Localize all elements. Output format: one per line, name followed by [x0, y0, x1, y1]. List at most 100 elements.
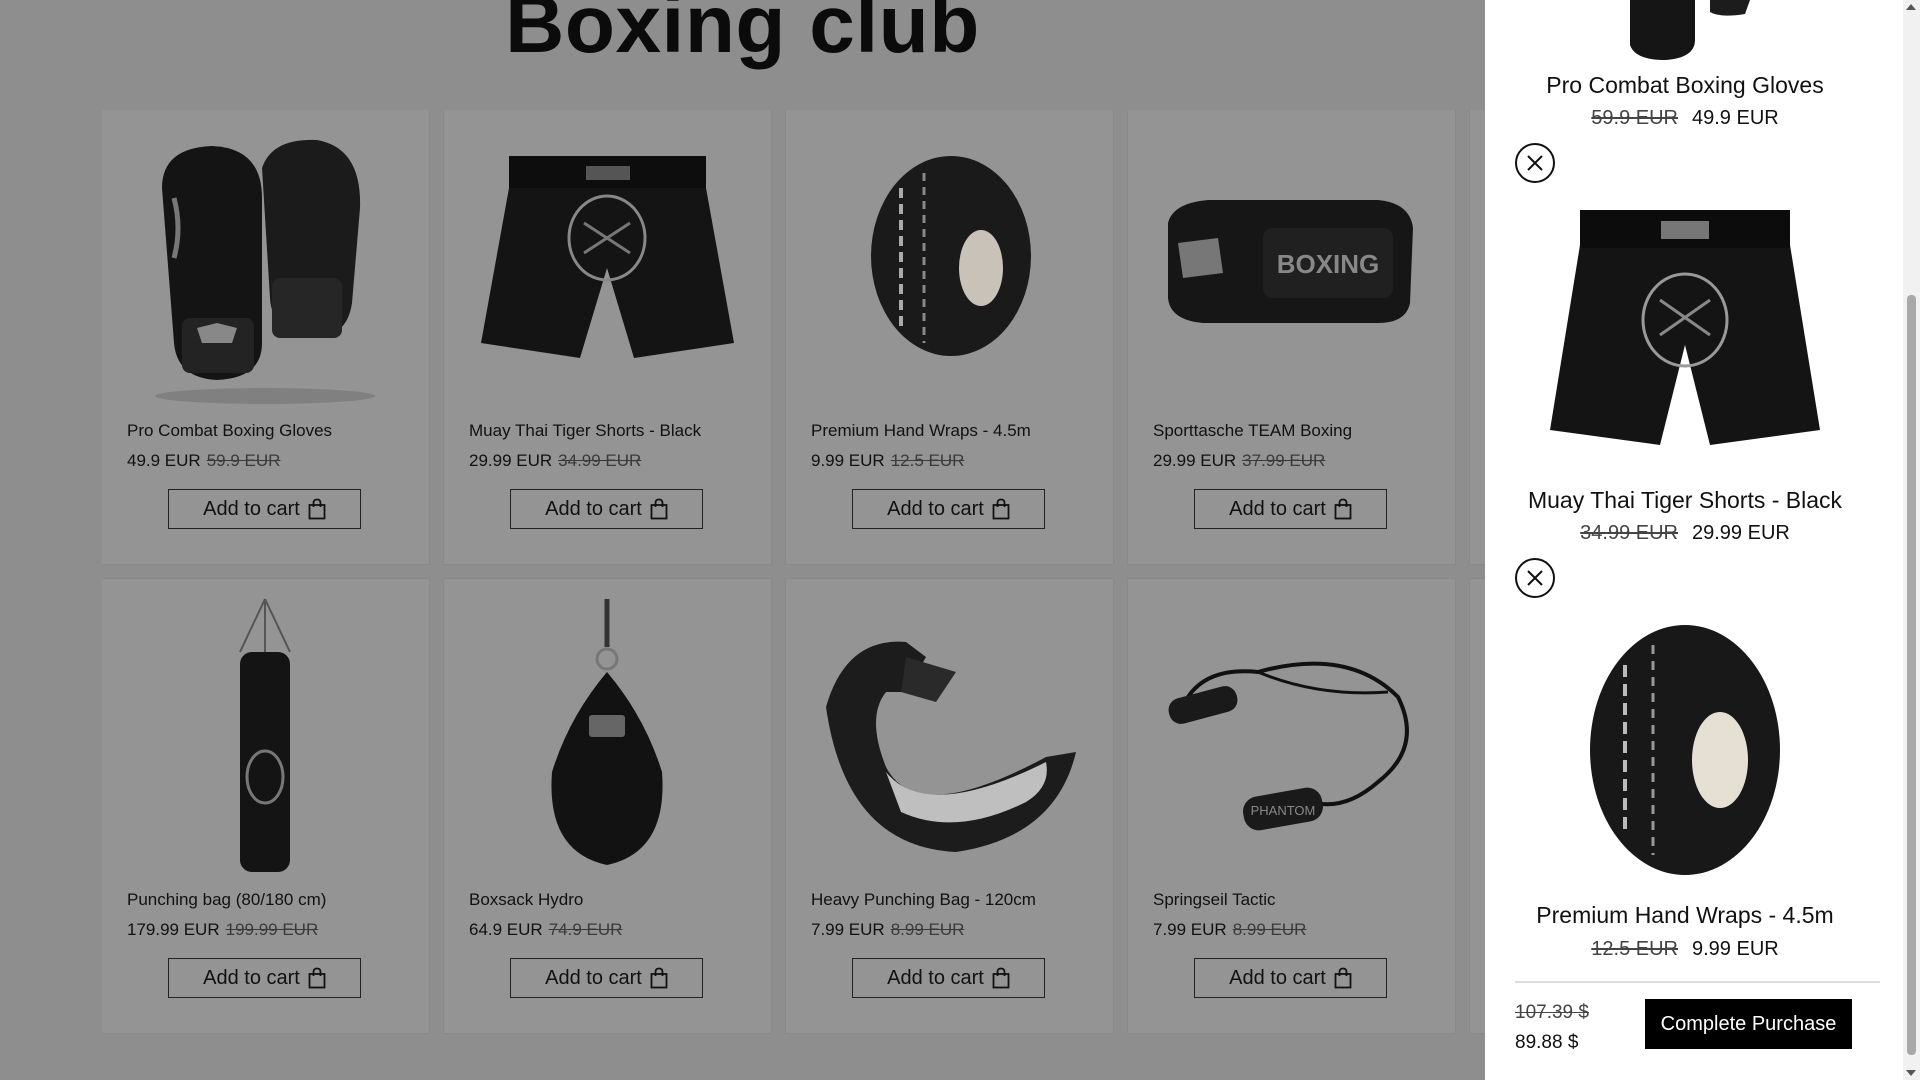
product-price: 9.99 EUR [811, 451, 885, 470]
add-to-cart-label: Add to cart [1229, 966, 1326, 989]
hydro-bag-image[interactable] [464, 597, 751, 877]
shopping-bag-icon [308, 498, 326, 520]
product-card: Premium Hand Wraps - 4.5m 9.99 EUR 12.5 E… [786, 110, 1113, 564]
shopping-bag-icon [308, 967, 326, 989]
product-name: Punching bag (80/180 cm) [127, 890, 327, 909]
product-old-price: 37.99 EUR [1242, 451, 1326, 470]
product-prices: 179.99 EUR 199.99 EUR [127, 920, 318, 940]
cart-item-image [1630, 0, 1750, 60]
product-name: Muay Thai Tiger Shorts - Black [469, 421, 702, 440]
cart-item-price: 29.99 EUR [1692, 522, 1790, 544]
add-to-cart-label: Add to cart [887, 497, 984, 520]
add-to-cart-button[interactable]: Add to cart [852, 958, 1045, 998]
product-card: Pro Combat Boxing Gloves 49.9 EUR 59.9 EU… [102, 110, 429, 564]
shorts-image[interactable] [464, 128, 751, 408]
product-card-partial [1470, 579, 1485, 1033]
product-price: 179.99 EUR [127, 920, 220, 939]
add-to-cart-label: Add to cart [1229, 497, 1326, 520]
cart-total: 89.88 $ [1515, 1032, 1579, 1053]
product-card-partial [1470, 110, 1485, 564]
product-price: 49.9 EUR [127, 451, 201, 470]
shopping-bag-icon [650, 967, 668, 989]
product-name: Sporttasche TEAM Boxing [1153, 421, 1353, 440]
add-to-cart-button[interactable]: Add to cart [510, 489, 703, 529]
product-name: Springseil Tactic [1153, 890, 1276, 909]
product-name: Boxsack Hydro [469, 890, 584, 909]
cart-item-old-price: 34.99 EUR [1580, 522, 1678, 544]
product-price: 64.9 EUR [469, 920, 543, 939]
product-name: Premium Hand Wraps - 4.5m [811, 421, 1031, 440]
add-to-cart-button[interactable]: Add to cart [168, 489, 361, 529]
add-to-cart-label: Add to cart [545, 497, 642, 520]
close-icon [1527, 570, 1543, 586]
add-to-cart-button[interactable]: Add to cart [1194, 489, 1387, 529]
cart-item-prices: 59.9 EUR 49.9 EUR [1485, 107, 1885, 130]
add-to-cart-label: Add to cart [545, 966, 642, 989]
add-to-cart-button[interactable]: Add to cart [852, 489, 1045, 529]
product-old-price: 59.9 EUR [206, 451, 281, 470]
shopping-bag-icon [992, 967, 1010, 989]
tape-roll-image[interactable] [806, 128, 1093, 408]
product-prices: 29.99 EUR 34.99 EUR [469, 451, 641, 471]
product-old-price: 8.99 EUR [890, 920, 965, 939]
cart-item-prices: 12.5 EUR 9.99 EUR [1485, 938, 1885, 961]
cart-item-name: Muay Thai Tiger Shorts - Black [1527, 487, 1843, 513]
complete-purchase-button[interactable]: Complete Purchase [1645, 999, 1852, 1049]
boxing-gloves-image[interactable] [122, 128, 409, 408]
cart-totals: 107.39 $ 89.88 $ [1515, 998, 1589, 1058]
cart-item-prices: 34.99 EUR 29.99 EUR [1485, 522, 1885, 545]
page-title: Boxing club [505, 0, 980, 70]
remove-item-button[interactable] [1515, 558, 1555, 598]
cart-divider [1515, 981, 1880, 983]
product-old-price: 74.9 EUR [548, 920, 623, 939]
scrollbar-thumb[interactable] [1907, 295, 1916, 1055]
product-price: 7.99 EUR [1153, 920, 1227, 939]
product-card: Heavy Punching Bag - 120cm 7.99 EUR 8.99 … [786, 579, 1113, 1033]
svg-text:BOXING: BOXING [1277, 249, 1380, 279]
cart-item-name: Pro Combat Boxing Gloves [1546, 72, 1824, 98]
product-old-price: 12.5 EUR [890, 451, 965, 470]
add-to-cart-button[interactable]: Add to cart [168, 958, 361, 998]
remove-item-button[interactable] [1515, 143, 1555, 183]
product-old-price: 8.99 EUR [1232, 920, 1307, 939]
cart-item-price: 9.99 EUR [1692, 938, 1779, 960]
product-prices: 64.9 EUR 74.9 EUR [469, 920, 622, 940]
add-to-cart-button[interactable]: Add to cart [1194, 958, 1387, 998]
cart-item-old-price: 12.5 EUR [1591, 938, 1678, 960]
add-to-cart-button[interactable]: Add to cart [510, 958, 703, 998]
cart-item-image [1550, 210, 1820, 445]
add-to-cart-label: Add to cart [203, 497, 300, 520]
product-name: Pro Combat Boxing Gloves [127, 421, 333, 440]
product-old-price: 34.99 EUR [558, 451, 642, 470]
product-card: Muay Thai Tiger Shorts - Black 29.99 EUR… [444, 110, 771, 564]
sports-bag-image[interactable]: BOXING [1148, 128, 1435, 408]
shopping-bag-icon [992, 498, 1010, 520]
add-to-cart-label: Add to cart [203, 966, 300, 989]
product-old-price: 199.99 EUR [225, 920, 319, 939]
product-price: 29.99 EUR [469, 451, 553, 470]
close-icon [1527, 155, 1543, 171]
scroll-up-arrow-icon[interactable] [1906, 4, 1916, 10]
scroll-down-arrow-icon[interactable] [1906, 1070, 1916, 1076]
punching-bag-image[interactable] [122, 597, 409, 877]
product-prices: 49.9 EUR 59.9 EUR [127, 451, 280, 471]
product-card: Boxsack Hydro 64.9 EUR 74.9 EUR Add to ca… [444, 579, 771, 1033]
svg-text:PHANTOM: PHANTOM [1251, 803, 1316, 818]
shopping-bag-icon [650, 498, 668, 520]
product-card: BOXING Sporttasche TEAM Boxing 29.99 EUR… [1128, 110, 1455, 564]
cart-scrollbar[interactable] [1903, 0, 1920, 1080]
mouthguard-image[interactable] [806, 597, 1093, 877]
cart-item-name: Premium Hand Wraps - 4.5m [1536, 902, 1834, 928]
product-prices: 9.99 EUR 12.5 EUR [811, 451, 964, 471]
product-price: 29.99 EUR [1153, 451, 1237, 470]
product-prices: 29.99 EUR 37.99 EUR [1153, 451, 1325, 471]
product-prices: 7.99 EUR 8.99 EUR [1153, 920, 1306, 940]
cart-drawer: Pro Combat Boxing Gloves 59.9 EUR 49.9 EU… [1485, 0, 1920, 1080]
cart-item-price: 49.9 EUR [1692, 107, 1779, 129]
shopping-bag-icon [1334, 967, 1352, 989]
product-card: PHANTOM Springseil Tactic 7.99 EUR 8.99 E… [1128, 579, 1455, 1033]
jump-rope-image[interactable]: PHANTOM [1148, 597, 1435, 877]
product-price: 7.99 EUR [811, 920, 885, 939]
cart-item-image [1590, 625, 1780, 875]
add-to-cart-label: Add to cart [887, 966, 984, 989]
